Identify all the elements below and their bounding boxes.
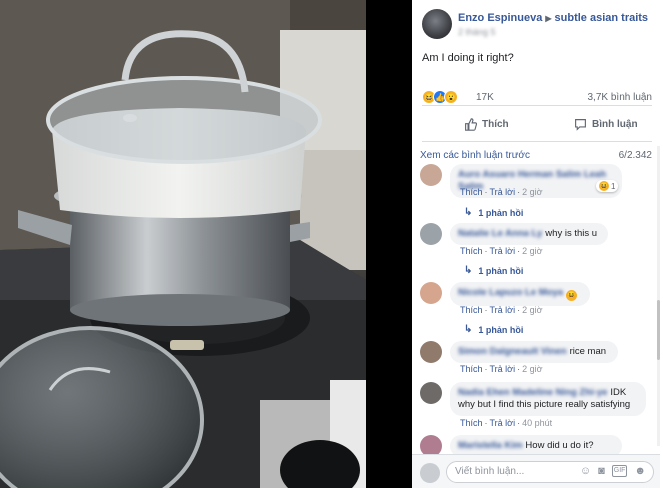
view-replies-label: 1 phản hồi: [478, 207, 524, 218]
laughing-emoji-icon: 😆: [566, 290, 578, 301]
group-name[interactable]: subtle asian traits: [555, 12, 649, 24]
commenter-name[interactable]: Maristella Kim: [458, 440, 522, 451]
commenter-avatar[interactable]: [420, 164, 442, 186]
caret-right-icon: ▶: [545, 14, 552, 23]
comment-like-link[interactable]: Thích: [460, 305, 483, 315]
commenter-name[interactable]: Simon Dalgneault Vinen: [458, 346, 567, 357]
commenter-avatar[interactable]: [420, 382, 442, 404]
reply-arrow-icon: ↳: [464, 324, 473, 335]
commenter-name[interactable]: Nicole Lapuzo Le Moya: [458, 287, 563, 298]
comment-reaction-count: 1: [611, 181, 616, 191]
commenter-avatar[interactable]: [420, 282, 442, 304]
comment-actions: Thích · Trả lời · 2 giờ: [460, 305, 543, 315]
comment-time[interactable]: 40 phút: [522, 418, 552, 428]
comment-input-placeholder: Viết bình luận...: [455, 466, 525, 477]
commenter-name[interactable]: Natalie Le Anna Ly: [458, 228, 542, 239]
post-header: Enzo Espinueva ▶ subtle asian traits 2 thá…: [422, 9, 654, 41]
haha-reaction-icon: 😆: [599, 181, 609, 191]
view-replies-link[interactable]: ↳ 1 phản hồi: [464, 207, 523, 218]
comment-reply-link[interactable]: Trả lời: [490, 187, 516, 197]
comment-item: Simon Dalgneault Vinen rice man Thích · Trả…: [420, 341, 656, 381]
post-author-line: Enzo Espinueva ▶ subtle asian traits: [458, 12, 648, 24]
comment-count[interactable]: 3,7K bình luận: [588, 92, 653, 103]
comment-reply-link[interactable]: Trả lời: [490, 305, 516, 315]
comment-button-label: Bình luận: [592, 119, 638, 130]
thumbs-up-icon: [465, 118, 477, 131]
reaction-count[interactable]: 17K: [476, 92, 494, 103]
reaction-summary[interactable]: 😆 👍 😮 17K 3,7K bình luận: [422, 90, 652, 106]
commenter-avatar[interactable]: [420, 341, 442, 363]
comment-item: Auro Asuaro Herman Salim Leah Salim 😆 1 …: [420, 164, 656, 224]
view-previous-comments-link[interactable]: Xem các bình luận trước: [420, 150, 530, 161]
comment-actions: Thích · Trả lời · 2 giờ: [460, 246, 543, 256]
composer-icons: ☺ ◙ GIF ☻: [580, 465, 646, 477]
post-side-panel: Enzo Espinueva ▶ subtle asian traits 2 thá…: [412, 0, 660, 488]
view-replies-label: 1 phản hồi: [478, 324, 524, 335]
comment-item: Nadia Ehen Madeline Ning Zhi-ye IDK why b…: [420, 382, 656, 432]
reply-arrow-icon: ↳: [464, 265, 473, 276]
comment-item: Nicole Lapuzo Le Moya 😆 Thích · Trả lời · 2 g…: [420, 282, 656, 340]
comment-text: rice man: [569, 346, 607, 357]
comment-bubble: Nicole Lapuzo Le Moya 😆: [450, 282, 590, 306]
comment-bubble: Natalie Le Anna Ly why is this u: [450, 223, 608, 245]
comment-like-link[interactable]: Thích: [460, 364, 483, 374]
comment-actions: Thích · Trả lời · 2 giờ: [460, 364, 543, 374]
gif-icon[interactable]: GIF: [611, 465, 628, 477]
comment-bubble: Simon Dalgneault Vinen rice man: [450, 341, 618, 363]
post-date[interactable]: 2 tháng 5: [458, 27, 496, 37]
comment-item: Natalie Le Anna Ly why is this u Thích · Tr…: [420, 223, 656, 281]
comment-time[interactable]: 2 giờ: [522, 364, 542, 374]
comment-text: How did u do it?: [525, 440, 594, 451]
comment-time[interactable]: 2 giờ: [522, 187, 542, 197]
comment-text: IDK: [610, 387, 627, 398]
comment-text: why is this u: [545, 228, 598, 239]
rice-pot-photo: [0, 0, 366, 488]
post-actions: Thích Bình luận: [422, 110, 652, 142]
comment-button[interactable]: Bình luận: [574, 118, 638, 131]
comment-reaction-badge[interactable]: 😆 1: [596, 180, 619, 192]
reaction-icons: 😆 👍 😮: [422, 90, 458, 104]
view-replies-link[interactable]: ↳ 1 phản hồi: [464, 265, 523, 276]
comment-bubble: Nadia Ehen Madeline Ning Zhi-ye IDK why b…: [450, 382, 646, 416]
comment-actions: Thích · Trả lời · 2 giờ: [460, 187, 543, 197]
comment-text-continued: why but I find this picture really satis…: [458, 399, 631, 410]
author-avatar[interactable]: [422, 9, 452, 39]
smiley-icon[interactable]: ☺: [580, 465, 591, 477]
wow-reaction-icon: 😮: [444, 90, 458, 104]
comment-like-link[interactable]: Thích: [460, 187, 483, 197]
like-button[interactable]: Thích: [464, 118, 509, 131]
commenter-name[interactable]: Nadia Ehen Madeline Ning Zhi-ye: [458, 387, 607, 398]
post-text: Am I doing it right?: [422, 52, 514, 64]
commenter-avatar[interactable]: [420, 223, 442, 245]
comment-actions: Thích · Trả lời · 40 phút: [460, 418, 553, 428]
comment-time[interactable]: 2 giờ: [522, 305, 542, 315]
comment-item: Maristella Kim How did u do it?: [420, 435, 656, 457]
author-name[interactable]: Enzo Espinueva: [458, 12, 542, 24]
view-replies-link[interactable]: ↳ 1 phản hồi: [464, 324, 523, 335]
camera-icon[interactable]: ◙: [598, 465, 605, 477]
comment-time[interactable]: 2 giờ: [522, 246, 542, 256]
reply-arrow-icon: ↳: [464, 207, 473, 218]
view-replies-label: 1 phản hồi: [478, 265, 524, 276]
current-user-avatar: [420, 463, 440, 483]
comment-reply-link[interactable]: Trả lời: [490, 364, 516, 374]
comment-like-link[interactable]: Thích: [460, 246, 483, 256]
sticker-icon[interactable]: ☻: [634, 465, 646, 477]
speech-bubble-icon: [575, 119, 586, 131]
comment-reply-link[interactable]: Trả lời: [490, 418, 516, 428]
lightbox-gap: [366, 0, 412, 488]
comment-like-link[interactable]: Thích: [460, 418, 483, 428]
comment-reply-link[interactable]: Trả lời: [490, 246, 516, 256]
previous-comments-count: 6/2.342: [618, 150, 652, 161]
like-button-label: Thích: [482, 119, 509, 130]
comment-composer: Viết bình luận... ☺ ◙ GIF ☻: [412, 454, 660, 488]
post-photo[interactable]: [0, 0, 366, 488]
